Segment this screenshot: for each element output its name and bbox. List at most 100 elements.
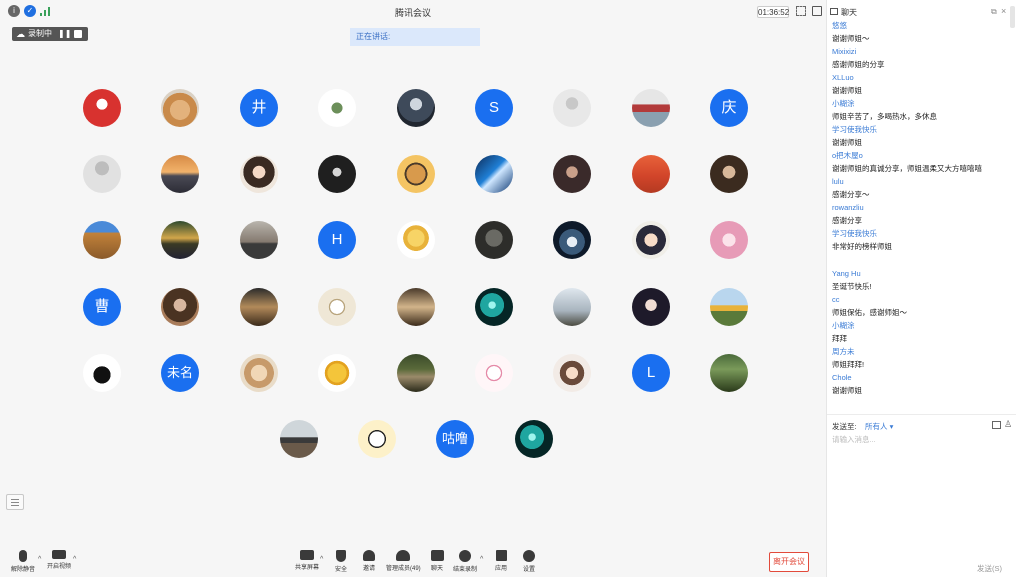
participant-avatar[interactable]: [83, 221, 121, 259]
participant-avatar[interactable]: [240, 288, 278, 326]
participant-avatar[interactable]: [553, 89, 591, 127]
settings-button[interactable]: 设置: [512, 550, 546, 573]
leave-meeting-button[interactable]: 离开会议: [769, 552, 809, 572]
fullscreen-icon[interactable]: [796, 6, 806, 16]
recipient-dropdown[interactable]: 所有人 ▾: [865, 421, 893, 432]
participant-avatar[interactable]: [710, 288, 748, 326]
layout-icon[interactable]: [812, 6, 822, 16]
participant-avatar[interactable]: [83, 354, 121, 392]
end-recording-button[interactable]: 结束录制: [448, 550, 482, 573]
participant-avatar[interactable]: 未名: [161, 354, 199, 392]
participant-list-toggle-icon[interactable]: [6, 494, 24, 510]
participant-avatar[interactable]: [475, 354, 513, 392]
close-icon[interactable]: ×: [1001, 6, 1006, 16]
video-options-chevron-icon[interactable]: ^: [73, 556, 76, 563]
chat-sender: o把木屋o: [832, 151, 863, 160]
participant-avatar[interactable]: [515, 420, 553, 458]
manage-members-button[interactable]: 管理成员(49): [386, 550, 421, 572]
invite-button[interactable]: 邀请: [352, 550, 386, 572]
chat-text: 师姐保佑，感谢师姐～: [832, 308, 907, 317]
participant-avatar[interactable]: [83, 155, 121, 193]
participant-avatar[interactable]: [475, 288, 513, 326]
participant-avatar[interactable]: [318, 155, 356, 193]
participant-avatar[interactable]: [397, 354, 435, 392]
chat-text: 师姐拜拜!: [832, 360, 865, 369]
popout-icon[interactable]: ⧉: [991, 7, 997, 17]
participant-avatar[interactable]: H: [318, 221, 356, 259]
chat-text: 师姐辛苦了，多喝热水，多休息: [832, 112, 937, 121]
participant-avatar[interactable]: [397, 221, 435, 259]
manage-members-label: 管理成员(49): [386, 566, 421, 572]
participant-avatar[interactable]: 咕噜: [436, 420, 474, 458]
chat-message: 周方未师姐拜拜!: [832, 346, 1012, 372]
chat-sender: 小糊涂: [832, 99, 855, 108]
send-button[interactable]: 发送(S): [977, 563, 1002, 574]
participant-avatar[interactable]: [397, 89, 435, 127]
participant-avatar[interactable]: [397, 288, 435, 326]
participant-avatar[interactable]: 庆: [710, 89, 748, 127]
chat-text: 感谢分享～: [832, 190, 870, 199]
participant-avatar[interactable]: [161, 221, 199, 259]
participant-avatar[interactable]: 井: [240, 89, 278, 127]
stop-recording-button[interactable]: [74, 30, 82, 38]
participant-avatar[interactable]: [710, 155, 748, 193]
participant-avatar[interactable]: [553, 155, 591, 193]
participant-avatar[interactable]: [710, 221, 748, 259]
top-bar: i ✓ 腾讯会议 01:36:52: [0, 0, 826, 24]
participant-avatar[interactable]: [161, 155, 199, 193]
participant-avatar[interactable]: [161, 89, 199, 127]
participant-avatar[interactable]: [318, 89, 356, 127]
image-icon[interactable]: [992, 421, 1001, 429]
chat-text: 感谢师姐的分享: [832, 60, 885, 69]
participant-avatar[interactable]: 曹: [83, 288, 121, 326]
participant-avatar[interactable]: L: [632, 354, 670, 392]
microphone-off-icon: [19, 550, 27, 562]
chat-sender: XLLuo: [832, 73, 854, 82]
participant-avatar[interactable]: [318, 354, 356, 392]
share-screen-icon: [300, 550, 314, 560]
apps-grid-icon: [495, 550, 507, 561]
share-screen-button[interactable]: 共享屏幕: [290, 550, 324, 572]
participant-avatar[interactable]: [553, 288, 591, 326]
meeting-timer: 01:36:52: [757, 6, 790, 18]
chat-message: 学习使我快乐 非常好的榜样师姐: [832, 228, 1012, 254]
participant-avatar[interactable]: [553, 221, 591, 259]
participant-avatar[interactable]: [632, 155, 670, 193]
share-options-chevron-icon[interactable]: ^: [320, 556, 323, 563]
chat-input[interactable]: [832, 432, 1007, 446]
mute-button[interactable]: 解除静音: [6, 550, 40, 573]
audio-options-chevron-icon[interactable]: ^: [38, 556, 41, 563]
participant-avatar[interactable]: [397, 155, 435, 193]
participant-avatar[interactable]: [710, 354, 748, 392]
participant-avatar[interactable]: [318, 288, 356, 326]
chat-sender: Chole: [832, 373, 852, 382]
participant-avatar[interactable]: [240, 221, 278, 259]
participant-avatar[interactable]: [475, 155, 513, 193]
pause-recording-button[interactable]: ❚❚: [58, 27, 71, 41]
participant-avatar[interactable]: [553, 354, 591, 392]
participant-avatar[interactable]: [632, 288, 670, 326]
chat-message: 学习使我快乐 谢谢师姐: [832, 124, 1012, 150]
video-button[interactable]: 开启视频: [42, 550, 76, 572]
participant-avatar[interactable]: [83, 89, 121, 127]
chat-message: cc 师姐保佑，感谢师姐～: [832, 294, 1012, 320]
chat-sender: 周方未: [832, 347, 855, 356]
participant-avatar[interactable]: [475, 221, 513, 259]
participant-avatar[interactable]: [632, 89, 670, 127]
meeting-window: i ✓ 腾讯会议 01:36:52 ☁ 录制中 ❚❚ 正在讲话: 井 S 庆 H 曹未名…: [0, 0, 1016, 577]
participant-avatar[interactable]: [161, 288, 199, 326]
chat-message: Yang Hu 圣诞节快乐!: [832, 268, 1012, 294]
members-icon: [396, 550, 410, 561]
chat-message-list: 悠悠 谢谢师姐～ Mixixizi 感谢师姐的分享 XLLuo 谢谢师姐 小糊涂 师姐辛苦了，…: [832, 20, 1012, 398]
record-options-chevron-icon[interactable]: ^: [480, 556, 483, 563]
more-options-icon[interactable]: ♙: [1004, 419, 1012, 430]
participant-avatar[interactable]: [632, 221, 670, 259]
chat-text: 谢谢师姐: [832, 386, 862, 395]
participant-avatar[interactable]: [358, 420, 396, 458]
participant-avatar[interactable]: [280, 420, 318, 458]
chat-text: 拜拜: [832, 334, 847, 343]
chat-message: 小糊涂师姐辛苦了，多喝热水，多休息: [832, 98, 1012, 124]
participant-avatar[interactable]: S: [475, 89, 513, 127]
participant-avatar[interactable]: [240, 155, 278, 193]
participant-avatar[interactable]: [240, 354, 278, 392]
